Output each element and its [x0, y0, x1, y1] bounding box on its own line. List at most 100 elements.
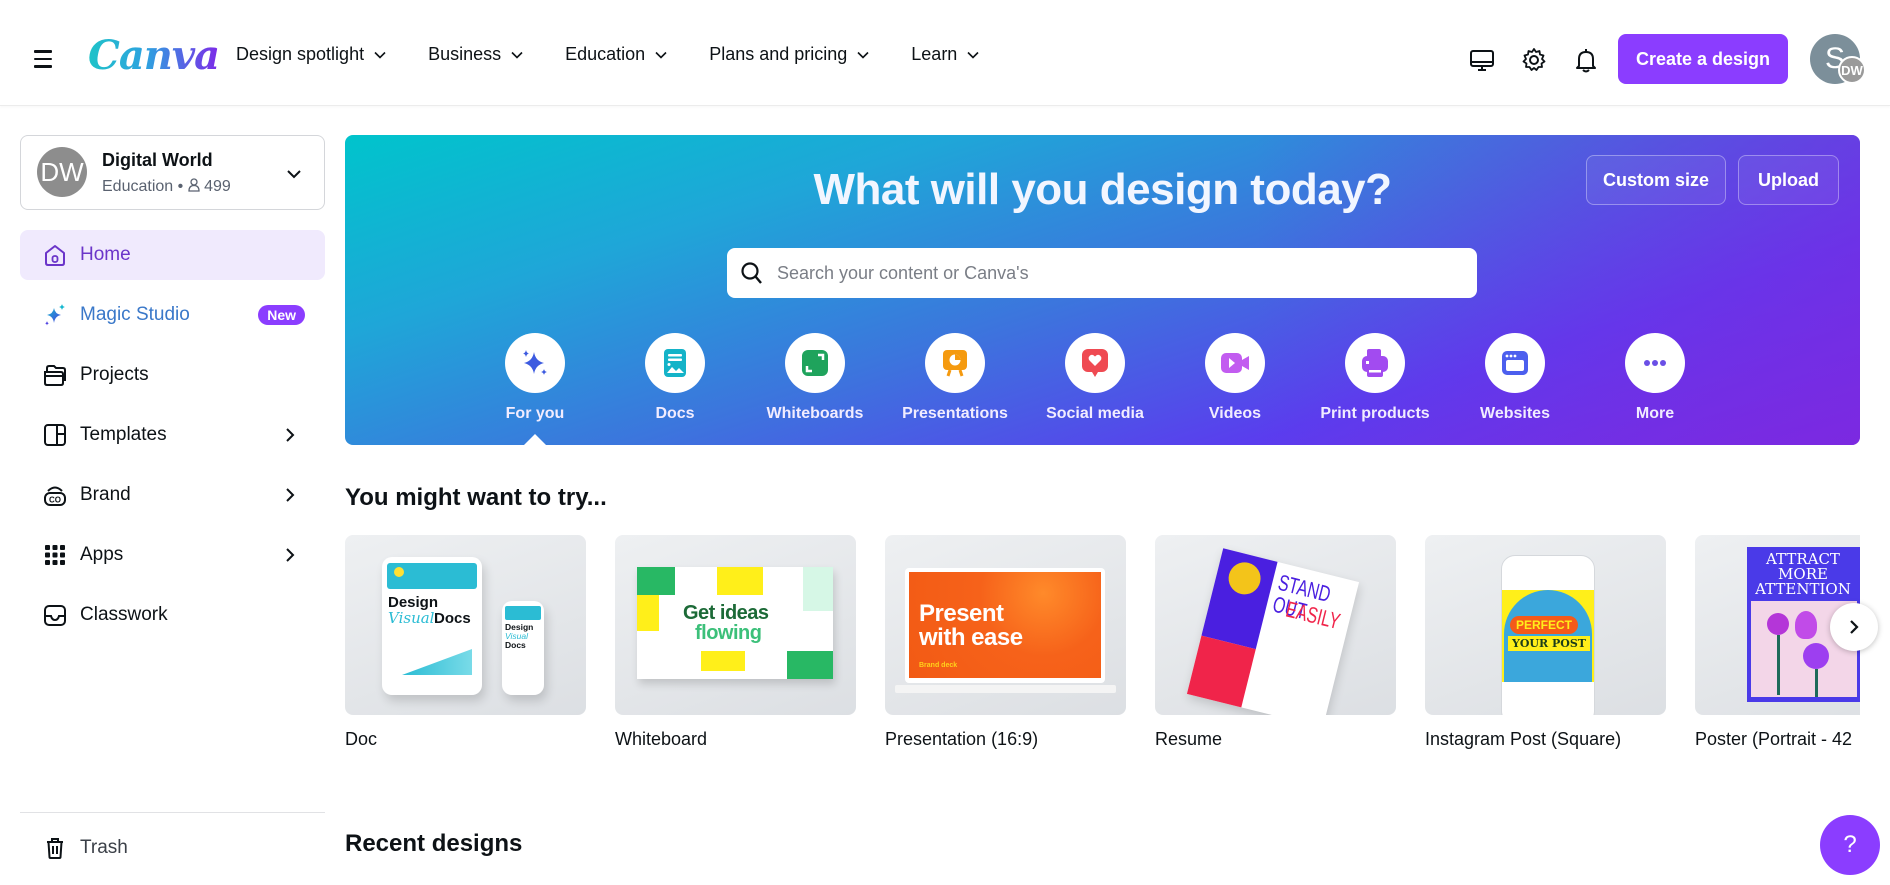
thumb-text: ATTENTION — [1755, 580, 1851, 598]
search-bar[interactable] — [727, 248, 1477, 298]
sidebar-item-label: Classwork — [80, 604, 168, 625]
category-more[interactable]: More — [1585, 333, 1725, 423]
category-social-media[interactable]: Social media — [1025, 333, 1165, 423]
card-title: Whiteboard — [615, 729, 708, 749]
thumb-text: Brand deck — [919, 662, 958, 669]
printer-icon — [1362, 349, 1388, 377]
trash-icon — [47, 838, 63, 859]
sidebar-item-trash[interactable]: Trash — [20, 823, 325, 873]
suggestion-card-doc[interactable]: Design Visual Docs Design Visual Docs Doc — [345, 535, 586, 750]
sidebar-item-label: Templates — [80, 424, 167, 445]
sidebar-item-classwork[interactable]: Classwork — [20, 590, 325, 640]
sidebar-item-label: Magic Studio — [80, 304, 190, 325]
suggestion-card-presentation[interactable]: Present with ease Brand deck Presentatio… — [885, 535, 1126, 750]
category-videos[interactable]: Videos — [1165, 333, 1305, 423]
main-nav: Design spotlight Business Education Plan… — [236, 44, 1021, 65]
category-whiteboards[interactable]: Whiteboards — [745, 333, 885, 423]
category-label: Print products — [1320, 405, 1430, 422]
search-icon — [741, 262, 762, 284]
category-websites[interactable]: Websites — [1445, 333, 1585, 423]
carousel-next-button[interactable] — [1830, 603, 1878, 651]
home-icon — [45, 245, 65, 266]
notification-bell-icon[interactable] — [1572, 46, 1600, 74]
more-dots-icon — [1644, 360, 1666, 366]
card-title: Resume — [1155, 729, 1223, 749]
thumb-text: flowing — [695, 622, 762, 644]
sidebar-item-brand[interactable]: CO Brand — [20, 470, 325, 520]
team-name: Digital World — [102, 150, 213, 170]
category-icon-circle — [1625, 333, 1685, 393]
chevron-right-icon — [1850, 620, 1859, 634]
category-icon-circle — [1345, 333, 1405, 393]
category-icon-circle — [1065, 333, 1125, 393]
folder-icon — [44, 365, 66, 386]
sidebar-item-apps[interactable]: Apps — [20, 530, 325, 580]
category-icon-circle — [645, 333, 705, 393]
settings-gear-icon[interactable] — [1520, 46, 1548, 74]
apps-grid-icon — [45, 545, 65, 565]
suggestion-card-resume[interactable]: STAND OUT EASILY Resume — [1155, 535, 1396, 750]
category-label: Videos — [1208, 405, 1262, 422]
category-label: For you — [505, 405, 565, 422]
separator-dot: • — [177, 178, 188, 195]
upload-button[interactable]: Upload — [1738, 155, 1839, 205]
category-print-products[interactable]: Print products — [1305, 333, 1445, 423]
team-switcher[interactable]: DW Digital World Education • 499 — [20, 135, 325, 210]
category-label: Docs — [655, 405, 695, 422]
suggestion-card-whiteboard[interactable]: Get ideas flowing Whiteboard — [615, 535, 856, 750]
help-button[interactable]: ? — [1820, 815, 1880, 875]
chevron-right-icon — [286, 428, 295, 442]
category-label: Presentations — [902, 405, 1008, 422]
thumb-text: Present — [919, 600, 1004, 627]
nav-learn[interactable]: Learn — [911, 44, 979, 65]
team-meta: Education • 499 — [102, 178, 231, 196]
canva-logo[interactable]: Canva — [88, 32, 220, 79]
category-label: Websites — [1480, 405, 1550, 422]
sidebar-item-projects[interactable]: Projects — [20, 350, 325, 400]
search-input[interactable] — [777, 262, 1457, 284]
person-icon — [188, 178, 200, 192]
chevron-down-icon — [511, 51, 523, 59]
card-thumbnail: Get ideas flowing — [615, 535, 856, 715]
category-presentations[interactable]: Presentations — [885, 333, 1025, 423]
top-bar: Canva Design spotlight Business Educatio… — [0, 0, 1890, 106]
suggestions-heading: You might want to try... — [345, 484, 607, 511]
card-thumbnail: Present with ease Brand deck — [885, 535, 1126, 715]
nav-label: Business — [428, 44, 502, 64]
sidebar-item-templates[interactable]: Templates — [20, 410, 325, 460]
nav-business[interactable]: Business — [428, 44, 523, 65]
category-icon-circle — [1205, 333, 1265, 393]
category-label: Social media — [1046, 405, 1144, 422]
category-for-you[interactable]: For you — [465, 333, 605, 423]
nav-label: Plans and pricing — [709, 44, 848, 64]
category-icon-circle — [505, 333, 565, 393]
laptop-mockup: Present with ease Brand deck — [905, 568, 1105, 683]
sidebar-item-magic-studio[interactable]: Magic Studio New — [20, 290, 325, 340]
sidebar-item-label: Brand — [80, 484, 131, 505]
custom-size-button[interactable]: Custom size — [1586, 155, 1726, 205]
chevron-down-icon — [967, 51, 979, 59]
suggestion-card-instagram-post[interactable]: PERFECT YOUR POST Instagram Post (Square… — [1425, 535, 1666, 750]
templates-icon — [44, 424, 66, 446]
nav-education[interactable]: Education — [565, 44, 667, 65]
card-thumbnail: Design Visual Docs Design Visual Docs — [345, 535, 586, 715]
tablet-mockup: Design Visual Docs — [382, 557, 482, 695]
menu-hamburger-icon[interactable] — [34, 50, 56, 68]
whiteboard-mockup: Get ideas flowing — [637, 567, 833, 679]
chevron-down-icon — [655, 51, 667, 59]
team-plan: Education — [102, 178, 174, 195]
chevron-down-icon — [374, 51, 386, 59]
svg-text:CO: CO — [49, 496, 61, 505]
desktop-app-icon[interactable] — [1468, 46, 1496, 74]
create-design-button[interactable]: Create a design — [1618, 34, 1788, 84]
social-heart-icon — [1082, 349, 1108, 377]
category-docs[interactable]: Docs — [605, 333, 745, 423]
card-thumbnail: PERFECT YOUR POST — [1425, 535, 1666, 715]
nav-design-spotlight[interactable]: Design spotlight — [236, 44, 386, 65]
nav-plans-pricing[interactable]: Plans and pricing — [709, 44, 869, 65]
thumb-text: Design — [388, 594, 439, 611]
chevron-right-icon — [286, 488, 295, 502]
sidebar-item-home[interactable]: Home — [20, 230, 325, 280]
hero-banner: What will you design today? Custom size … — [345, 135, 1860, 445]
sidebar-item-label: Trash — [80, 837, 128, 858]
